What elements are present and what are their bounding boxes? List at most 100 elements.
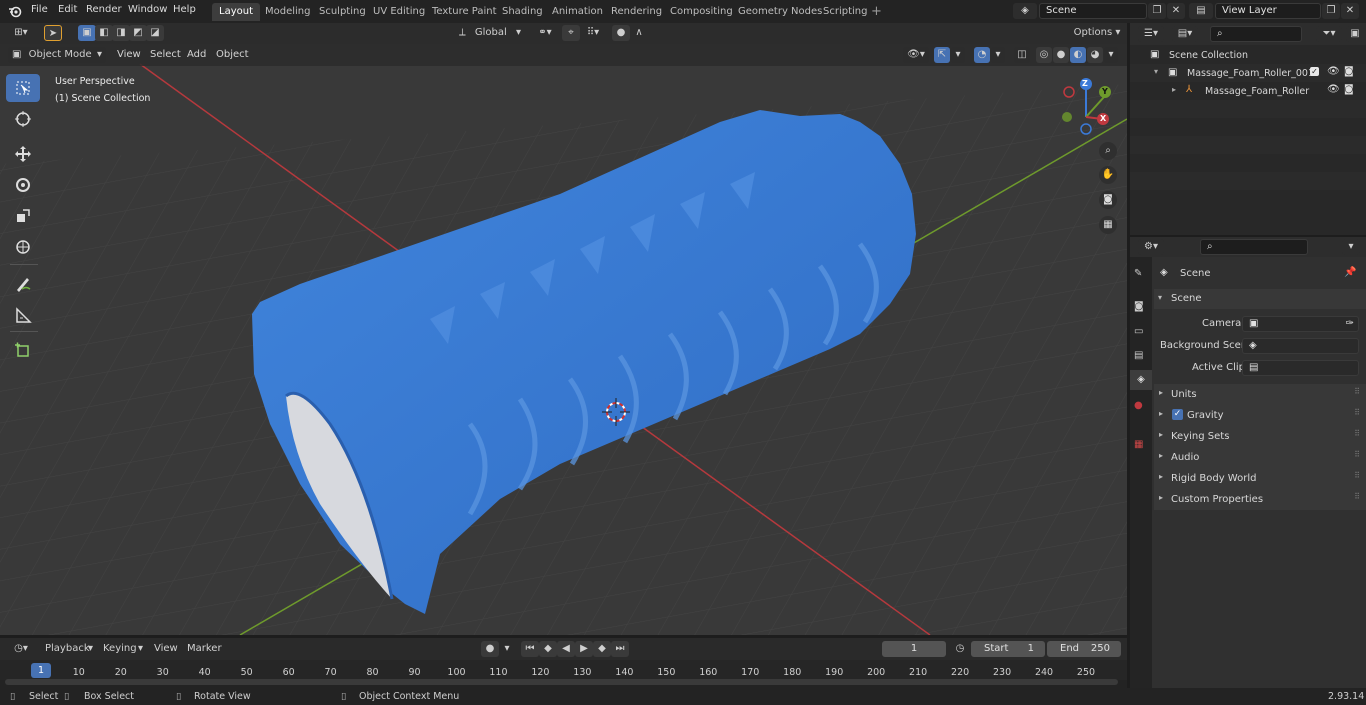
world-tab-icon[interactable]: ● [1134,400,1143,411]
viewport-menu-view[interactable]: View [117,49,141,60]
material-shading-icon[interactable]: ◐ [1070,47,1086,63]
solid-shading-icon[interactable]: ● [1053,47,1069,63]
active-clip-field[interactable]: ▤ [1242,360,1359,376]
snap-target-icon[interactable]: ⠿▾ [580,25,606,41]
visibility-icon[interactable]: 👁▾ [903,47,929,63]
outliner-row-collection[interactable]: ▾ ▣ Massage_Foam_Roller_001 ✓ 👁 ◙ [1130,64,1366,82]
tab-modeling[interactable]: Modeling [258,3,318,21]
select-mode-new-icon[interactable]: ▣ [78,25,96,41]
chevron-down-icon[interactable]: ▾ [1342,239,1360,255]
chevron-down-icon[interactable]: ▾ [500,641,514,657]
gravity-checkbox[interactable]: ✓ [1172,409,1183,420]
scene-tab-icon[interactable]: ◈ [1130,370,1152,390]
tab-compositing[interactable]: Compositing [663,3,740,21]
scene-section-header[interactable]: ▾ Scene [1154,289,1366,309]
panel-gravity[interactable]: ▸ ✓ Gravity ⠿ [1154,405,1366,426]
drag-handle-icon[interactable]: ⠿ [1354,387,1360,396]
record-icon[interactable]: ● [481,641,499,657]
move-tool-icon[interactable] [6,140,40,168]
tab-shading[interactable]: Shading [495,3,550,21]
options-dropdown[interactable]: Options ▾ [1070,25,1124,41]
eye-icon[interactable]: 👁 [1327,66,1340,77]
tab-scripting[interactable]: Scripting [816,3,874,21]
editor-type-icon[interactable]: ⊞▾ [8,25,34,41]
view-layer-field[interactable]: View Layer [1215,3,1321,19]
object-mode-dropdown[interactable]: ▣ Object Mode ▾ [8,47,106,63]
keying-dropdown[interactable]: Keying ▾ [98,641,146,657]
pin-icon[interactable]: 📌 [1344,267,1356,278]
tool-tab-icon[interactable]: ✎ [1134,268,1142,279]
tab-sculpting[interactable]: Sculpting [312,3,373,21]
tab-uv-editing[interactable]: UV Editing [366,3,432,21]
select-mode-subtract-icon[interactable]: ◨ [112,25,130,41]
preview-range-icon[interactable]: ◷ [951,641,969,657]
menu-file[interactable]: File [31,4,48,15]
camera-icon[interactable]: ◙ [1344,84,1354,95]
new-scene-icon[interactable]: ❐ [1148,3,1166,19]
play-reverse-icon[interactable]: ◀ [557,641,575,657]
properties-editor-type-icon[interactable]: ⚙▾ [1138,239,1164,255]
scene-name-field[interactable]: Scene [1039,3,1147,19]
gizmo-y-label[interactable]: Y [1102,87,1108,96]
annotate-tool-icon[interactable] [6,270,40,298]
menu-window[interactable]: Window [128,4,167,15]
play-icon[interactable]: ▶ [575,641,593,657]
tab-layout[interactable]: Layout [212,3,260,21]
playhead-frame-indicator[interactable]: 1 [31,663,51,678]
camera-field[interactable]: ▣ ✑ [1242,316,1359,332]
jump-start-icon[interactable]: ⏮ [521,641,539,657]
output-tab-icon[interactable]: ▭ [1134,326,1143,337]
gizmo-x-label[interactable]: X [1100,114,1106,123]
drag-handle-icon[interactable]: ⠿ [1354,429,1360,438]
viewport-menu-add[interactable]: Add [187,49,206,60]
new-collection-icon[interactable]: ▣ [1346,26,1364,42]
chevron-down-icon[interactable]: ▾ [1104,47,1118,63]
display-mode-icon[interactable]: ▤▾ [1172,26,1198,42]
scene-selector-icon[interactable]: ◈ [1013,3,1037,19]
drag-handle-icon[interactable]: ⠿ [1354,492,1360,501]
xray-toggle-icon[interactable]: ◫ [1014,47,1030,63]
delete-scene-icon[interactable]: ✕ [1167,3,1185,19]
tab-geometry-nodes[interactable]: Geometry Nodes [731,3,829,21]
select-mode-extend-icon[interactable]: ◧ [95,25,113,41]
chevron-right-icon[interactable]: ▸ [1172,85,1176,94]
start-frame-field[interactable]: Start 1 [971,641,1045,657]
camera-view-icon[interactable]: ◙ [1099,191,1117,209]
drag-handle-icon[interactable]: ⠿ [1354,471,1360,480]
delete-view-layer-icon[interactable]: ✕ [1341,3,1359,19]
falloff-icon[interactable]: ∧ [630,25,648,41]
add-workspace-icon[interactable]: + [871,4,882,19]
select-mode-intersect-icon[interactable]: ◪ [146,25,164,41]
transform-tool-icon[interactable] [6,233,40,261]
prev-keyframe-icon[interactable]: ◆ [539,641,557,657]
exclude-checkbox[interactable]: ✓ [1310,67,1319,76]
tab-rendering[interactable]: Rendering [604,3,669,21]
timeline-scrollbar[interactable] [5,679,1118,685]
panel-audio[interactable]: ▸ Audio ⠿ [1154,447,1366,468]
current-frame-field[interactable]: 1 [882,641,946,657]
menu-edit[interactable]: Edit [58,4,77,15]
3d-viewport[interactable]: User Perspective (1) Scene Collection Z … [0,44,1127,635]
texture-tab-icon[interactable]: ▦ [1134,439,1143,450]
measure-tool-icon[interactable] [6,301,40,329]
tab-animation[interactable]: Animation [545,3,610,21]
proportional-edit-icon[interactable]: ● [612,25,630,41]
viewport-menu-select[interactable]: Select [150,49,181,60]
scale-tool-icon[interactable] [6,202,40,230]
panel-custom-properties[interactable]: ▸ Custom Properties ⠿ [1154,489,1366,510]
rotate-tool-icon[interactable] [6,171,40,199]
select-box-tool-icon[interactable] [6,74,40,102]
chevron-down-icon[interactable]: ▾ [951,47,965,63]
next-keyframe-icon[interactable]: ◆ [593,641,611,657]
add-cube-tool-icon[interactable] [6,336,40,364]
snap-toggle-icon[interactable]: ⌖ [562,25,580,41]
filter-icon[interactable]: ⏷▾ [1316,26,1342,42]
render-tab-icon[interactable]: ◙ [1134,301,1144,312]
properties-search-input[interactable]: ⌕ [1200,239,1308,255]
view-layer-selector-icon[interactable]: ▤ [1189,3,1213,19]
pivot-point-icon[interactable]: ⚭▾ [532,25,558,41]
cursor-tool-icon[interactable] [6,105,40,133]
ortho-grid-icon[interactable]: ▦ [1099,216,1117,234]
new-view-layer-icon[interactable]: ❐ [1322,3,1340,19]
panel-keying-sets[interactable]: ▸ Keying Sets ⠿ [1154,426,1366,447]
